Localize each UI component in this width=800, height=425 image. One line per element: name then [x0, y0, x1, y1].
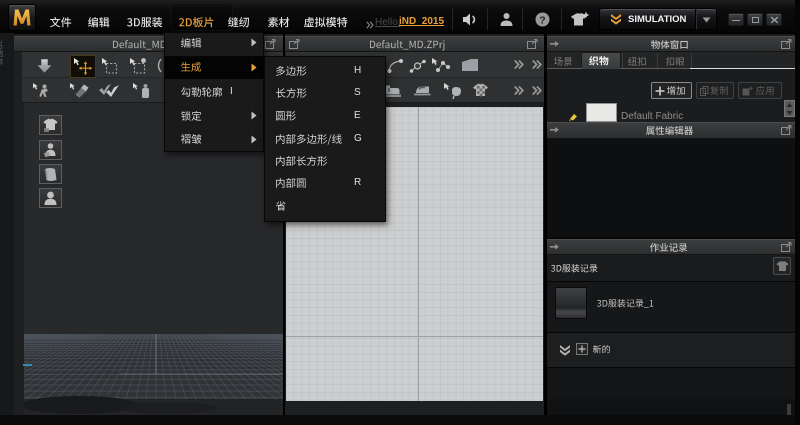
svg-text:?: ?: [539, 14, 545, 26]
